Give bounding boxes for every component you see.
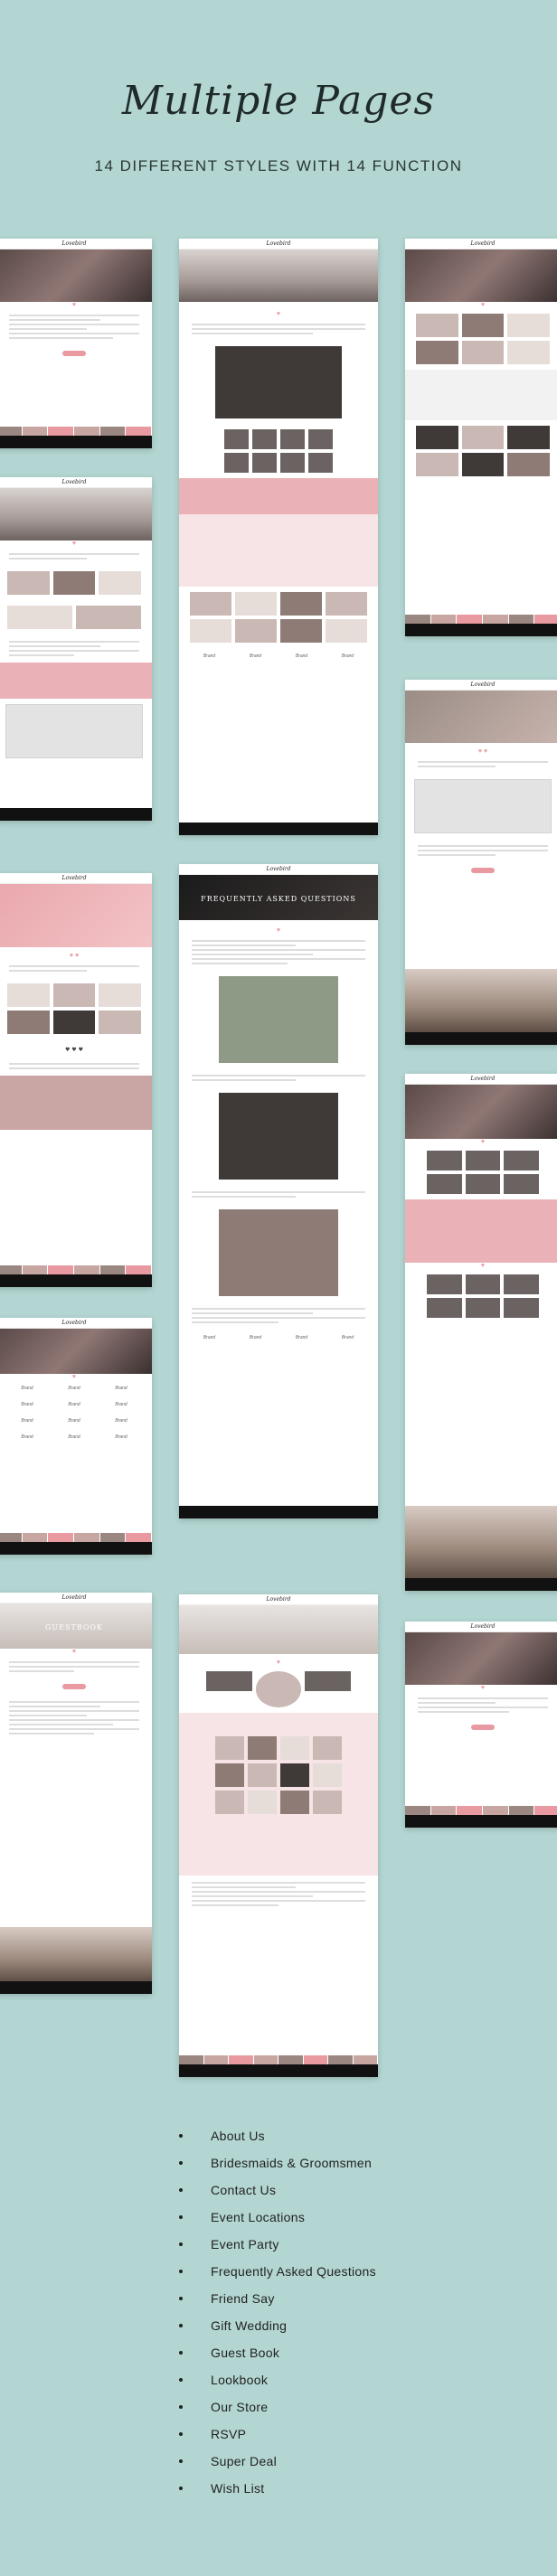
feature-list: About Us Bridesmaids & Groomsmen Contact… [0,2122,557,2502]
preview-rsvp: Lovebird ♥ [405,1622,557,1828]
preview-guest-book: Lovebird GUESTBOOK ♥ [0,1593,152,1994]
bullet-icon [179,2351,183,2355]
feature-item: Friend Say [0,2285,557,2312]
feature-item: Super Deal [0,2448,557,2475]
preview-friend-say: Lovebird ♥ [405,239,557,636]
preview-nav: Lovebird [0,239,152,249]
feature-item: Event Locations [0,2204,557,2231]
feature-item: RSVP [0,2421,557,2448]
bullet-icon [179,2324,183,2327]
feature-item: Frequently Asked Questions [0,2258,557,2285]
feature-item: Contact Us [0,2176,557,2204]
bullet-icon [179,2270,183,2273]
bullet-icon [179,2297,183,2300]
faq-banner-title: FREQUENTLY ASKED QUESTIONS [201,895,356,903]
bullet-icon [179,2161,183,2165]
feature-item: Gift Wedding [0,2312,557,2339]
feature-item: Lookbook [0,2366,557,2393]
preview-wish-list: Lovebird ♥ [0,239,152,448]
preview-event-locations: Lovebird ♥ [0,477,152,821]
page-subheadline: 14 DIFFERENT STYLES WITH 14 FUNCTION [94,157,463,174]
preview-about-us: Lovebird ♥ Brand Brand Brand Brand [179,239,378,835]
preview-event-party: Lovebird ♥ ♥ ♥ ♥ ♥ [0,873,152,1287]
bullet-icon [179,2487,183,2490]
preview-hero [0,249,152,302]
page-headline: Multiple Pages [121,78,436,124]
feature-item: Our Store [0,2393,557,2421]
bullet-icon [179,2378,183,2382]
bullet-icon [179,2215,183,2219]
bullet-icon [179,2134,183,2138]
bullet-icon [179,2432,183,2436]
preview-bridesmaids-groomsmen: Lovebird ♥ ♥ [405,1074,557,1591]
preview-contact-us: Lovebird ♥ ♥ [405,680,557,1045]
bullet-icon [179,2242,183,2246]
feature-item: About Us [0,2122,557,2149]
feature-item: Guest Book [0,2339,557,2366]
feature-item: Wish List [0,2475,557,2502]
preview-lookbook: Lovebird ♥ [179,1594,378,2077]
feature-item: Bridesmaids & Groomsmen [0,2149,557,2176]
preview-faq: Lovebird FREQUENTLY ASKED QUESTIONS ♥ Br… [179,864,378,1518]
bullet-icon [179,2188,183,2192]
preview-gift-wedding: Lovebird ♥ Brand Brand Brand Brand Brand Bra… [0,1318,152,1555]
bullet-icon [179,2459,183,2463]
bullet-icon [179,2405,183,2409]
feature-item: Event Party [0,2231,557,2258]
